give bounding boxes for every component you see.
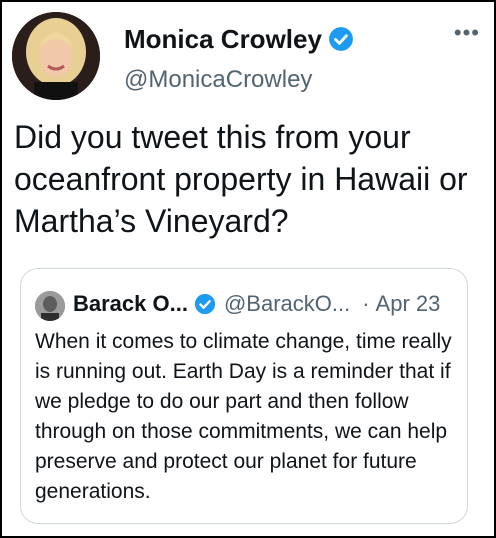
author-avatar[interactable] (12, 12, 100, 100)
tweet-text: Did you tweet this from your oceanfront … (14, 119, 468, 239)
quoted-tweet[interactable]: Barack O... @BarackO... · Apr 23 When it… (20, 268, 468, 524)
verified-badge-icon (329, 27, 353, 51)
author-handle[interactable]: @MonicaCrowley (124, 66, 312, 94)
quoted-tweet-date[interactable]: Apr 23 (376, 291, 441, 317)
quoted-author-handle[interactable]: @BarackO... (224, 291, 350, 317)
quoted-tweet-text: When it comes to climate change, time re… (35, 330, 452, 503)
quoted-author-row: Barack O... @BarackO... · Apr 23 (73, 291, 465, 317)
dot-separator: · (362, 291, 370, 316)
author-name-row: Monica Crowley (124, 24, 354, 54)
verified-badge-icon (194, 293, 216, 315)
more-horizontal-icon[interactable]: ••• (454, 20, 480, 46)
quoted-author-name[interactable]: Barack O... (73, 291, 188, 317)
author-name[interactable]: Monica Crowley (124, 24, 322, 54)
quoted-author-avatar[interactable] (35, 291, 65, 321)
quoted-author-avatar-image (35, 291, 65, 321)
tweet-card: Monica Crowley @MonicaCrowley ••• Did yo… (0, 0, 496, 538)
author-avatar-image (12, 12, 100, 100)
